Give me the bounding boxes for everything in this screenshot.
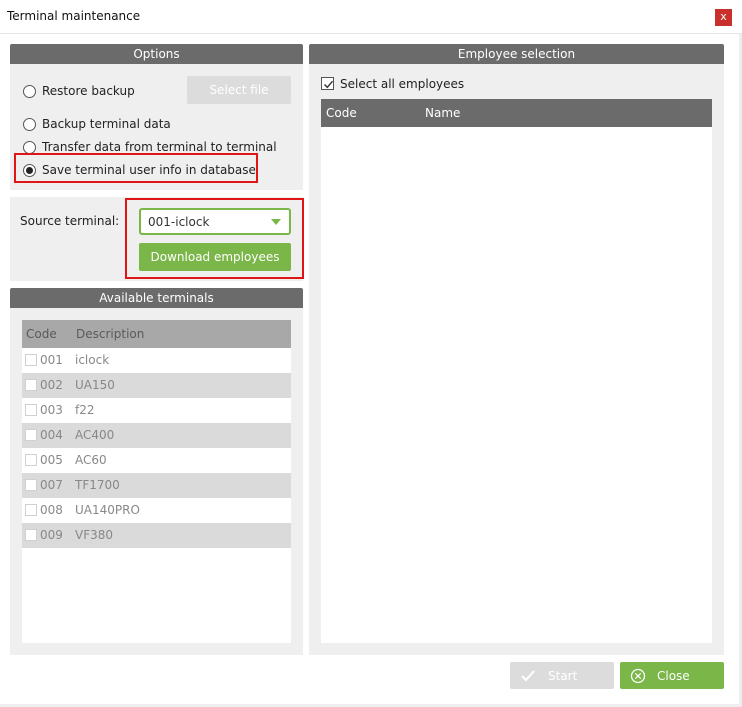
cell-description: AC400 (75, 428, 115, 442)
select-all-checkbox[interactable] (321, 77, 334, 90)
cell-description: iclock (75, 353, 110, 367)
window-close-button[interactable]: x (715, 9, 732, 26)
checkmark-icon (521, 670, 535, 682)
table-row[interactable]: 003 f22 (22, 398, 291, 423)
table-row[interactable]: 001 iclock (22, 348, 291, 373)
close-icon: x (720, 10, 727, 23)
radio-button[interactable] (23, 140, 36, 154)
cell-code: 007 (40, 478, 63, 492)
table-row[interactable]: 009 VF380 (22, 523, 291, 548)
row-checkbox[interactable] (25, 454, 37, 466)
available-terminals-header: Available terminals (10, 288, 303, 308)
cell-code: 008 (40, 503, 63, 517)
table-row[interactable]: 004 AC400 (22, 423, 291, 448)
column-header-description[interactable]: Description (76, 327, 144, 341)
table-row[interactable]: 002 UA150 (22, 373, 291, 398)
start-button[interactable]: Start (510, 662, 614, 689)
radio-button[interactable] (23, 84, 36, 98)
employees-table (321, 99, 712, 643)
radio-button[interactable] (23, 117, 36, 131)
table-row[interactable]: 008 UA140PRO (22, 498, 291, 523)
radio-label: Restore backup (42, 84, 135, 98)
radio-restore-backup[interactable]: Restore backup (23, 83, 135, 99)
column-header-name[interactable]: Name (425, 106, 460, 120)
window-title: Terminal maintenance (7, 9, 141, 23)
select-file-button[interactable]: Select file (187, 76, 291, 104)
options-header: Options (10, 44, 303, 64)
title-bar: Terminal maintenance x (0, 0, 742, 34)
cell-code: 009 (40, 528, 63, 542)
close-button[interactable]: Close (620, 662, 724, 689)
table-row[interactable]: 005 AC60 (22, 448, 291, 473)
cell-description: f22 (75, 403, 95, 417)
start-button-label: Start (548, 669, 578, 683)
terminals-table-header: Code Description (22, 320, 291, 348)
column-header-code[interactable]: Code (326, 106, 357, 120)
row-checkbox[interactable] (25, 379, 37, 391)
table-row[interactable]: 007 TF1700 (22, 473, 291, 498)
cell-code: 002 (40, 378, 63, 392)
cell-code: 003 (40, 403, 63, 417)
source-terminal-label: Source terminal: (20, 214, 120, 228)
row-checkbox[interactable] (25, 429, 37, 441)
row-checkbox[interactable] (25, 354, 37, 366)
employee-selection-header: Employee selection (309, 44, 724, 64)
employees-table-header: Code Name (321, 99, 712, 127)
cell-description: AC60 (75, 453, 107, 467)
radio-backup-terminal-data[interactable]: Backup terminal data (23, 116, 171, 132)
select-all-label: Select all employees (340, 77, 465, 91)
cell-description: UA150 (75, 378, 115, 392)
cell-code: 005 (40, 453, 63, 467)
row-checkbox[interactable] (25, 504, 37, 516)
column-header-code[interactable]: Code (26, 327, 57, 341)
radio-label: Backup terminal data (42, 117, 171, 131)
close-circle-icon (630, 668, 646, 684)
check-icon (324, 80, 334, 89)
cell-description: TF1700 (75, 478, 120, 492)
row-checkbox[interactable] (25, 479, 37, 491)
cell-description: VF380 (75, 528, 114, 542)
cell-description: UA140PRO (75, 503, 140, 517)
cell-code: 004 (40, 428, 63, 442)
radio-label: Transfer data from terminal to terminal (42, 140, 277, 154)
row-checkbox[interactable] (25, 529, 37, 541)
cell-code: 001 (40, 353, 63, 367)
row-checkbox[interactable] (25, 404, 37, 416)
highlight-box-source (125, 198, 304, 279)
close-button-label: Close (657, 669, 690, 683)
highlight-box-save-option (14, 153, 258, 183)
